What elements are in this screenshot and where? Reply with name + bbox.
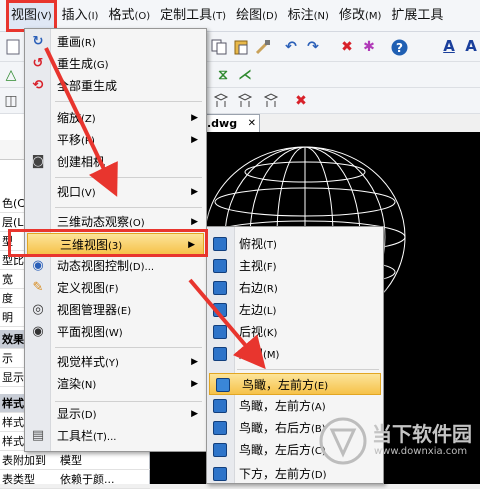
watermark-url: www.downxia.com	[374, 446, 468, 457]
annotation-arrow-2	[188, 278, 266, 370]
watermark-shield-icon	[319, 417, 367, 465]
watermark-logo: 当下软件园 www.downxia.com	[318, 414, 480, 470]
annotation-arrows	[44, 47, 266, 370]
watermark-title: 当下软件园	[372, 422, 472, 446]
annotation-arrow-1	[44, 47, 118, 197]
